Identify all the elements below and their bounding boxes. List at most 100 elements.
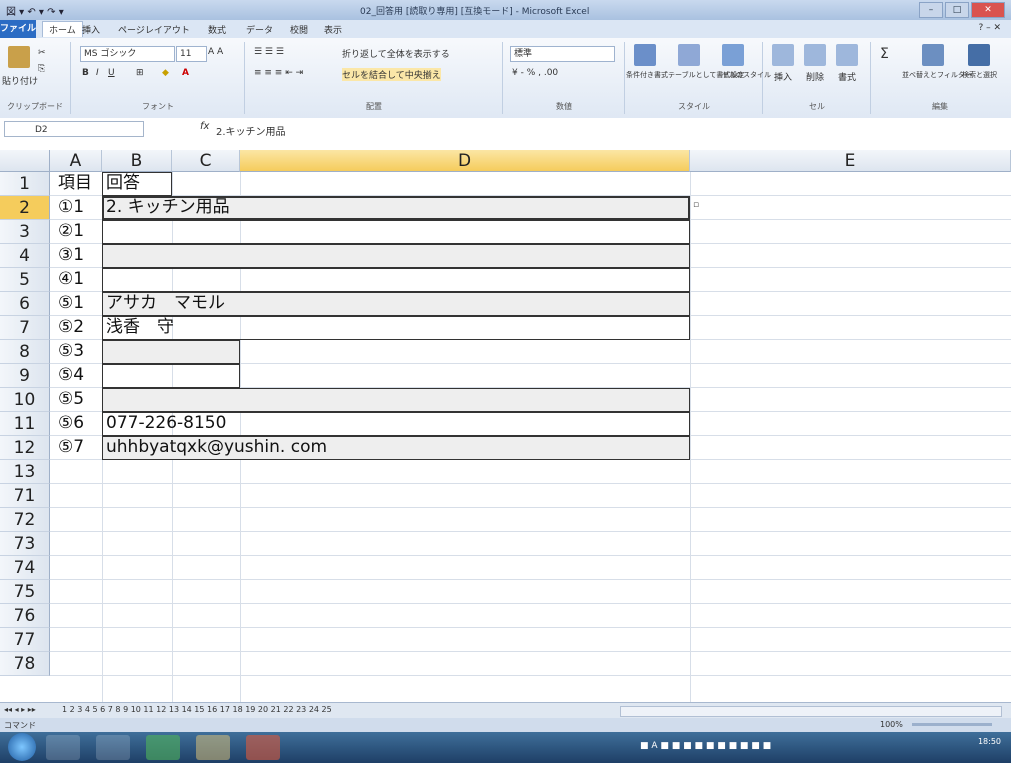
worksheet-grid[interactable]: A B C D E 1 2 3 4 5 6 7 8 9 10 11 12 13 71 72 73 74 75 76 7…	[0, 142, 1011, 702]
row-header[interactable]: 77	[0, 628, 50, 652]
ie-icon[interactable]	[46, 735, 80, 760]
column-header-c[interactable]: C	[172, 150, 240, 172]
row-header[interactable]: 78	[0, 652, 50, 676]
conditional-format-icon[interactable]	[634, 44, 656, 66]
merge-center-button[interactable]: セルを結合して中央揃え	[342, 68, 441, 81]
row-header[interactable]: 3	[0, 220, 50, 244]
cell-b[interactable]: アサカ マモル	[106, 292, 225, 315]
tab-formulas[interactable]: 数式	[208, 23, 226, 36]
wrap-text-button[interactable]: 折り返して全体を表示する	[342, 47, 450, 60]
tab-home[interactable]: ホーム	[42, 21, 83, 37]
format-cells-icon[interactable]	[836, 44, 858, 66]
answer-box-row-8[interactable]	[102, 340, 240, 364]
row-header[interactable]: 5	[0, 268, 50, 292]
zoom-level[interactable]: 100%	[880, 720, 903, 729]
column-header-a[interactable]: A	[50, 150, 102, 172]
find-select-icon[interactable]	[968, 44, 990, 66]
close-icon[interactable]: ✕	[971, 2, 1005, 18]
name-box[interactable]: D2	[4, 121, 144, 137]
delete-button[interactable]: 削除	[806, 70, 824, 83]
system-tray-icons[interactable]: ■ A ■ ■ ■ ■ ■ ■ ■ ■ ■ ■	[640, 741, 771, 751]
select-all-corner[interactable]	[0, 150, 50, 172]
tab-data[interactable]: データ	[246, 23, 273, 36]
help-icon[interactable]: ? – ✕	[978, 23, 1001, 33]
cell-a[interactable]: ⑤7	[58, 436, 84, 459]
row-header[interactable]: 76	[0, 604, 50, 628]
start-button-icon[interactable]	[8, 733, 36, 761]
row-header[interactable]: 13	[0, 460, 50, 484]
maximize-icon[interactable]: □	[945, 2, 969, 18]
insert-button[interactable]: 挿入	[774, 70, 792, 83]
italic-icon[interactable]: I	[96, 68, 99, 78]
border-icon[interactable]: ⊞	[136, 68, 144, 78]
row-header[interactable]: 73	[0, 532, 50, 556]
autosum-icon[interactable]: Σ	[880, 46, 889, 62]
sort-filter-icon[interactable]	[922, 44, 944, 66]
row-header[interactable]: 74	[0, 556, 50, 580]
find-select-button[interactable]: 検索と選択	[962, 70, 997, 80]
conditional-format-button[interactable]: 条件付き書式	[626, 70, 668, 80]
powerpoint-icon[interactable]	[246, 735, 280, 760]
column-header-d[interactable]: D	[240, 150, 690, 172]
align-left-icon[interactable]: ≡ ≡ ≡ ⇤ ⇥	[254, 68, 303, 78]
row-header[interactable]: 1	[0, 172, 50, 196]
font-name-select[interactable]: MS ゴシック	[80, 46, 175, 62]
quick-access-toolbar[interactable]: 図 ▾ ↶ ▾ ↷ ▾	[6, 3, 64, 18]
column-header-b[interactable]: B	[102, 150, 172, 172]
fill-color-icon[interactable]: ◆	[162, 68, 169, 78]
cell-a[interactable]: 項目	[58, 172, 92, 195]
tab-page-layout[interactable]: ページレイアウト	[118, 23, 190, 36]
font-size-select[interactable]: 11	[176, 46, 207, 62]
tab-view[interactable]: 表示	[324, 23, 342, 36]
tab-review[interactable]: 校閲	[290, 23, 308, 36]
paste-options-icon[interactable]: ▫	[693, 200, 699, 210]
minimize-icon[interactable]: –	[919, 2, 943, 18]
sheet-nav-icon[interactable]: ◂◂ ◂ ▸ ▸▸	[4, 705, 36, 714]
cell-a[interactable]: ⑤6	[58, 412, 84, 435]
row-header[interactable]: 6	[0, 292, 50, 316]
column-header-e[interactable]: E	[690, 150, 1011, 172]
media-player-icon[interactable]	[96, 735, 130, 760]
answer-box-row-3[interactable]	[102, 220, 690, 244]
currency-icon[interactable]: ¥ - % , .00	[512, 68, 558, 78]
cell-a[interactable]: ⑤3	[58, 340, 84, 363]
row-header[interactable]: 9	[0, 364, 50, 388]
underline-icon[interactable]: U	[108, 68, 115, 78]
row-header[interactable]: 72	[0, 508, 50, 532]
table-format-icon[interactable]	[678, 44, 700, 66]
cell-a[interactable]: ⑤4	[58, 364, 84, 387]
tab-file[interactable]: ファイル	[0, 20, 36, 38]
bold-icon[interactable]: B	[82, 68, 89, 78]
cell-a[interactable]: ③1	[58, 244, 84, 267]
row-header[interactable]: 75	[0, 580, 50, 604]
answer-box-row-5[interactable]	[102, 268, 690, 292]
cell-a[interactable]: ⑤1	[58, 292, 84, 315]
answer-box-row-4[interactable]	[102, 244, 690, 268]
cell-a[interactable]: ⑤2	[58, 316, 84, 339]
answer-box-row-9[interactable]	[102, 364, 240, 388]
paste-button-label[interactable]: 貼り付け	[2, 74, 38, 87]
row-header[interactable]: 71	[0, 484, 50, 508]
grow-font-icon[interactable]: A A	[208, 47, 223, 57]
horizontal-scrollbar[interactable]	[620, 706, 1002, 717]
paste-icon[interactable]	[8, 46, 30, 68]
excel-taskbar-icon[interactable]	[146, 735, 180, 760]
row-header[interactable]: 8	[0, 340, 50, 364]
delete-cells-icon[interactable]	[804, 44, 826, 66]
number-format-select[interactable]: 標準	[510, 46, 615, 62]
align-top-icon[interactable]: ☰ ☰ ☰	[254, 47, 284, 57]
cell-a[interactable]: ④1	[58, 268, 84, 291]
row-header[interactable]: 10	[0, 388, 50, 412]
cell-a[interactable]: ⑤5	[58, 388, 84, 411]
row-header[interactable]: 11	[0, 412, 50, 436]
insert-cells-icon[interactable]	[772, 44, 794, 66]
font-color-icon[interactable]: A	[182, 68, 189, 78]
row-header[interactable]: 4	[0, 244, 50, 268]
cell-a[interactable]: ②1	[58, 220, 84, 243]
cell-b[interactable]: 回答	[106, 172, 140, 195]
cut-icon[interactable]: ✂	[38, 48, 46, 58]
formula-content[interactable]: 2.キッチン用品	[216, 123, 286, 138]
explorer-icon[interactable]	[196, 735, 230, 760]
answer-box-row-7[interactable]	[102, 316, 690, 340]
cell-b[interactable]: 077-226-8150	[106, 412, 226, 435]
